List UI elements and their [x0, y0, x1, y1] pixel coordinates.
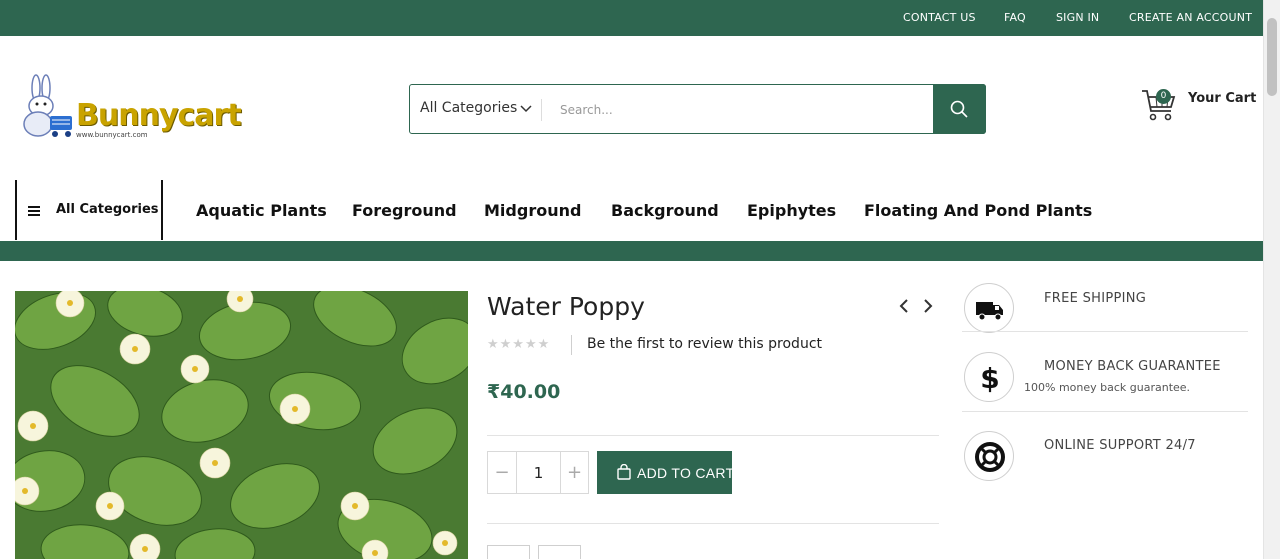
feature-icon-circle: $ — [964, 352, 1014, 402]
nav-item-background[interactable]: Background — [611, 201, 719, 220]
search-icon — [950, 100, 968, 118]
nav-item-epiphytes[interactable]: Epiphytes — [747, 201, 836, 220]
faq-link[interactable]: FAQ — [1004, 11, 1026, 24]
feature-title: MONEY BACK GUARANTEE — [1044, 359, 1221, 374]
contact-us-link[interactable]: CONTACT US — [903, 11, 976, 24]
product-image[interactable] — [15, 291, 468, 559]
top-bar: CONTACT US FAQ SIGN IN CREATE AN ACCOUNT — [0, 0, 1263, 36]
search-category-select[interactable]: All Categories — [410, 85, 541, 133]
rating-stars: ★★★★★ — [487, 337, 551, 352]
product-title: Water Poppy — [487, 292, 645, 321]
main-navigation: All Categories Aquatic Plants Foreground… — [0, 180, 1263, 241]
quantity-stepper: − + — [487, 451, 589, 494]
truck-icon — [976, 302, 1003, 321]
next-product-icon[interactable] — [920, 298, 936, 314]
site-logo[interactable]: Bunnycart www.bunnycart.com — [18, 74, 242, 142]
create-account-link[interactable]: CREATE AN ACCOUNT — [1129, 11, 1252, 24]
nav-item-foreground[interactable]: Foreground — [352, 201, 457, 220]
divider — [962, 331, 1248, 332]
logo-wordmark: Bunnycart — [76, 98, 242, 133]
nav-item-midground[interactable]: Midground — [484, 201, 581, 220]
quantity-increase-button[interactable]: + — [560, 452, 588, 493]
quantity-input[interactable] — [517, 452, 560, 493]
product-price: ₹40.00 — [487, 381, 561, 403]
review-divider — [571, 335, 572, 355]
search-button[interactable] — [933, 84, 986, 134]
sign-in-link[interactable]: SIGN IN — [1056, 11, 1099, 24]
shopping-bag-icon — [617, 464, 631, 480]
bunny-mascot-icon — [23, 74, 72, 137]
mini-cart[interactable]: 0 Your Cart — [1141, 86, 1256, 126]
feature-title: FREE SHIPPING — [1044, 291, 1147, 306]
divider — [487, 435, 939, 436]
all-categories-menu[interactable]: All Categories — [15, 180, 163, 240]
hamburger-icon — [28, 206, 40, 216]
search-bar: All Categories — [409, 84, 986, 134]
divider — [962, 411, 1248, 412]
nav-item-aquatic-plants[interactable]: Aquatic Plants — [196, 201, 327, 220]
search-divider — [541, 99, 542, 121]
feature-icon-circle — [964, 431, 1014, 481]
feature-icon-circle — [964, 283, 1014, 333]
logo-url: www.bunnycart.com — [76, 131, 148, 139]
page-scrollbar[interactable] — [1263, 0, 1280, 559]
search-input[interactable] — [560, 97, 920, 123]
add-to-cart-label: ADD TO CART — [637, 465, 735, 481]
add-to-cart-button[interactable]: ADD TO CART — [597, 451, 735, 494]
cart-count-badge: 0 — [1156, 89, 1171, 104]
option-swatch[interactable] — [487, 545, 530, 559]
nav-underline-bar — [0, 241, 1263, 261]
svg-text:$: $ — [980, 362, 999, 394]
all-categories-label: All Categories — [56, 202, 159, 217]
previous-product-icon[interactable] — [896, 298, 912, 314]
dollar-icon: $ — [980, 362, 999, 394]
scrollbar-thumb[interactable] — [1267, 18, 1277, 96]
lifebuoy-icon — [975, 442, 1005, 472]
nav-item-floating-and-pond-plants[interactable]: Floating And Pond Plants — [864, 201, 1092, 220]
first-review-link[interactable]: Be the first to review this product — [587, 336, 822, 352]
quantity-decrease-button[interactable]: − — [488, 452, 517, 493]
water-poppy-photo — [15, 291, 468, 559]
cart-label: Your Cart — [1188, 91, 1257, 106]
option-swatch[interactable] — [538, 545, 581, 559]
search-category-label: All Categories — [420, 100, 518, 116]
feature-title: ONLINE SUPPORT 24/7 — [1044, 438, 1196, 453]
feature-subtitle: 100% money back guarantee. — [1024, 381, 1191, 394]
chevron-down-icon — [520, 105, 532, 113]
divider — [487, 523, 939, 524]
